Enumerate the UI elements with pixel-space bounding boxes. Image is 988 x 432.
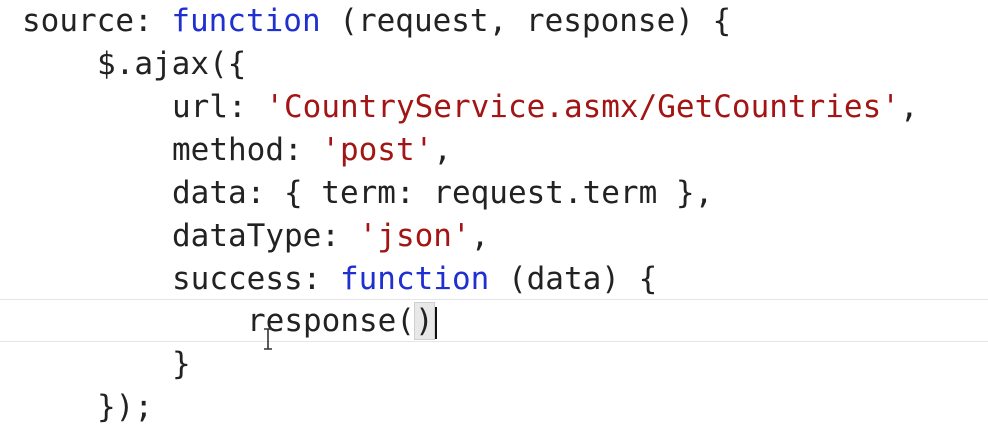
code-line-9[interactable]: } (172, 343, 191, 386)
code-line-8-current[interactable]: response() (0, 299, 988, 342)
code-token: source: (22, 3, 172, 39)
text-caret-icon (434, 306, 437, 339)
code-line-2[interactable]: $.ajax({ (97, 43, 246, 86)
code-token: (data) { (489, 261, 658, 297)
code-token: } (172, 346, 191, 382)
code-token: dataType: (172, 218, 359, 254)
string-token: 'json' (358, 218, 471, 254)
code-editor[interactable]: source: function (request, response) { $… (0, 0, 988, 432)
keyword-token: function (171, 3, 321, 39)
code-line-6[interactable]: dataType: 'json', (172, 215, 489, 258)
ibeam-cursor-svg (264, 328, 272, 350)
matched-paren: ) (414, 302, 435, 340)
code-token: success: (172, 261, 340, 297)
ibeam-cursor-icon (262, 328, 274, 355)
code-line-5[interactable]: data: { term: request.term }, (172, 172, 713, 215)
keyword-token: function (339, 261, 490, 297)
code-token: $.ajax({ (97, 46, 247, 82)
code-line-4[interactable]: method: 'post', (172, 129, 452, 172)
code-line-7[interactable]: success: function (data) { (172, 258, 657, 301)
code-token: method: (172, 132, 322, 168)
code-token: , (433, 132, 452, 168)
code-token: data: { term: request.term }, (172, 175, 714, 211)
code-token: , (899, 89, 919, 125)
code-line-1[interactable]: source: function (request, response) { (22, 0, 731, 43)
code-token: url: (172, 89, 266, 125)
code-token: , (470, 218, 490, 254)
code-token: }); (97, 389, 153, 425)
string-token: 'post' (321, 132, 434, 168)
code-token: (request, response) { (320, 3, 732, 39)
string-token: 'CountryService.asmx/GetCountries' (265, 89, 900, 125)
code-line-3[interactable]: url: 'CountryService.asmx/GetCountries', (172, 86, 919, 129)
code-line-10[interactable]: }); (97, 386, 153, 429)
